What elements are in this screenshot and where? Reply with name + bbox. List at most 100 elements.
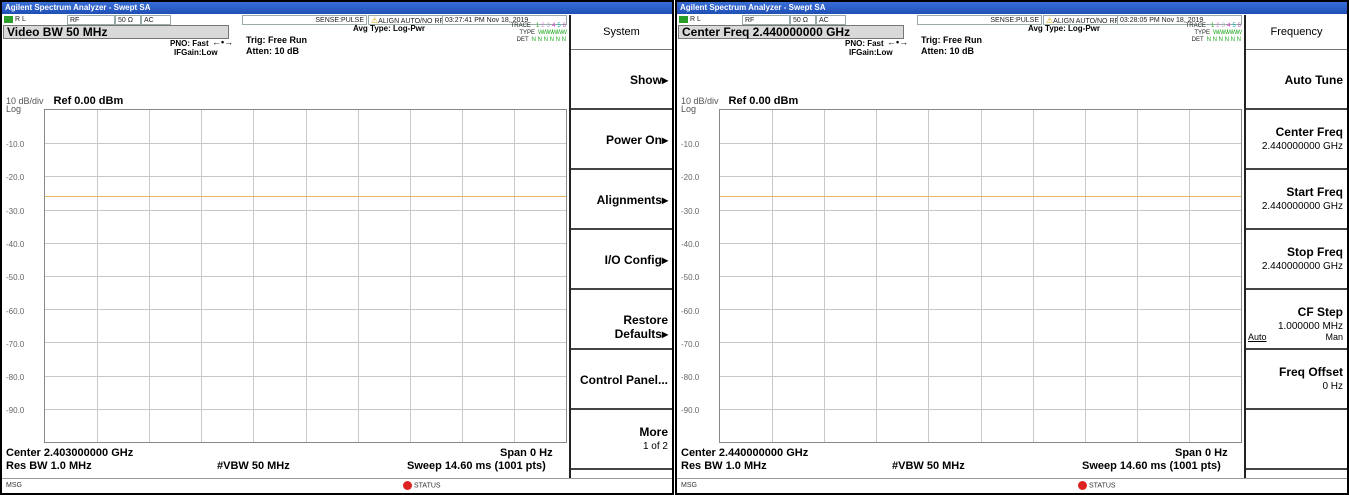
avg-type: Avg Type: Log-Pwr	[1028, 24, 1100, 33]
type-row: TYPE WWWWWW	[474, 30, 567, 37]
grid-hline	[45, 309, 566, 311]
sweep-time: Sweep 14.60 ms (1001 pts)	[407, 460, 546, 472]
softkey-auto-tune[interactable]: Auto Tune	[1246, 51, 1347, 110]
softkey-more[interactable]: More 1 of 2	[571, 411, 672, 470]
grid-hline	[45, 209, 566, 211]
trace-number: 3	[1221, 23, 1225, 29]
sense-indicator: SENSE:PULSE	[242, 15, 367, 25]
softkey-freq-offset[interactable]: Freq Offset 0 Hz	[1246, 351, 1347, 410]
softkey-cf-step[interactable]: CF Step 1.000000 MHz Auto Man	[1246, 291, 1347, 350]
grid-hline	[720, 242, 1241, 244]
auto-option[interactable]: Auto	[1248, 332, 1267, 342]
y-tick-label: -50.0	[6, 273, 25, 283]
softkey-center-freq[interactable]: Center Freq 2.440000000 GHz	[1246, 111, 1347, 170]
analyzer-window-left: Agilent Spectrum Analyzer - Swept SA R L R…	[0, 0, 674, 495]
grid-hline	[720, 276, 1241, 277]
y-tick-label: -30.0	[681, 206, 700, 216]
rf-indicator: RF	[67, 15, 115, 25]
trace-row: TRACE 1 2 3 4 5 6	[1149, 23, 1241, 30]
status-label: STATUS	[1089, 482, 1116, 490]
ref-level: Ref 0.00 dBm	[728, 95, 799, 107]
vbw-value: #VBW 50 MHz	[892, 460, 965, 472]
trace-grid	[719, 109, 1242, 443]
avg-type: Avg Type: Log-Pwr	[353, 24, 425, 33]
trig-setting: Trig: Free Run	[246, 35, 308, 45]
y-tick-label: -70.0	[681, 339, 700, 349]
sweep-time: Sweep 14.60 ms (1001 pts)	[1082, 460, 1221, 472]
softkey-menu: System Show▸ Power On▸ Alignments▸ I/O Confi…	[569, 15, 672, 478]
grid-hline	[720, 342, 1241, 344]
softkey-stop-freq[interactable]: Stop Freq 2.440000000 GHz	[1246, 231, 1347, 290]
softkey-start-freq[interactable]: Start Freq 2.440000000 GHz	[1246, 171, 1347, 230]
rl-label: R L	[690, 16, 701, 23]
y-tick-label: -80.0	[6, 373, 25, 383]
pno-setting: PNO: Fast	[845, 39, 884, 48]
message-bar: MSG STATUS	[677, 478, 1347, 493]
det-value: N N N N N N	[531, 37, 566, 43]
y-tick-label: -60.0	[6, 306, 25, 316]
softkey-alignments[interactable]: Alignments▸	[571, 171, 672, 230]
grid-hline	[720, 375, 1241, 377]
y-tick-label: -40.0	[681, 239, 700, 249]
trace-number: 6	[1237, 23, 1241, 29]
rf-indicator: RF	[742, 15, 790, 25]
auto-man-toggle[interactable]: Auto Man	[1246, 332, 1343, 342]
trig-setting: Trig: Free Run	[921, 35, 983, 45]
y-tick-label: -80.0	[681, 373, 700, 383]
trace-line	[720, 196, 1241, 198]
softkey-label: Control Panel...	[579, 373, 668, 387]
grid-hline	[45, 375, 566, 377]
atten-setting: Atten: 10 dB	[246, 46, 300, 56]
status-indicator[interactable]: STATUS	[1078, 481, 1116, 490]
softkey-value: 0 Hz	[1322, 381, 1343, 392]
softkey-i-o-config[interactable]: I/O Config▸	[571, 231, 672, 290]
rl-indicator: R L	[678, 15, 714, 25]
softkey-restore-defaults[interactable]: Restore Defaults▸	[571, 291, 672, 350]
ifgain-setting: IFGain:Low	[174, 48, 218, 57]
grid-hline	[45, 143, 566, 145]
grid-hline	[720, 408, 1241, 410]
ifgain-setting: IFGain:Low	[849, 48, 893, 57]
status-icon	[403, 481, 412, 490]
det-label: DET	[516, 37, 529, 43]
menu-title: Frequency	[1246, 15, 1347, 50]
softkey-power-on[interactable]: Power On▸	[571, 111, 672, 170]
active-function: Center Freq 2.440000000 GHz	[678, 25, 904, 39]
type-label: TYPE	[1194, 30, 1211, 36]
y-tick-label: -50.0	[681, 273, 700, 283]
softkey-show[interactable]: Show▸	[571, 51, 672, 110]
softkey-control-panel[interactable]: Control Panel...	[571, 351, 672, 410]
grid-hline	[45, 408, 566, 410]
det-value: N N N N N N	[1206, 37, 1241, 43]
trace-number: 1	[1210, 23, 1215, 29]
softkey-label: Auto Tune	[1284, 73, 1343, 87]
type-row: TYPE WWWWWW	[1149, 30, 1242, 37]
softkey-label: I/O Config▸	[604, 253, 668, 267]
rl-icon	[679, 16, 688, 23]
status-icon	[1078, 481, 1087, 490]
coupling-indicator: AC	[141, 15, 171, 25]
y-tick-label: -90.0	[6, 406, 25, 416]
softkey-blank[interactable]	[1246, 411, 1347, 470]
grid-hline	[720, 176, 1241, 178]
analyzer-window-right: Agilent Spectrum Analyzer - Swept SA R L R…	[675, 0, 1349, 495]
rl-label: R L	[15, 16, 26, 23]
softkey-label: Center Freq	[1275, 125, 1343, 139]
y-tick-label: -20.0	[681, 173, 700, 183]
trace-number: 4	[551, 23, 556, 29]
softkey-menu: Frequency Auto Tune Center Freq 2.440000000…	[1244, 15, 1347, 478]
scale-ref: 10 dB/div Ref 0.00 dBm	[681, 95, 798, 107]
y-tick-label: -30.0	[6, 206, 25, 216]
softkey-label: Stop Freq	[1287, 245, 1343, 259]
coupling-indicator: AC	[816, 15, 846, 25]
scale-ref: 10 dB/div Ref 0.00 dBm	[6, 95, 123, 107]
det-row: DET N N N N N N	[1149, 37, 1241, 44]
window-title: Agilent Spectrum Analyzer - Swept SA	[2, 2, 672, 14]
rl-indicator: R L	[3, 15, 39, 25]
y-tick-label: -20.0	[6, 173, 25, 183]
status-indicator[interactable]: STATUS	[403, 481, 441, 490]
man-option[interactable]: Man	[1325, 332, 1343, 342]
center-freq: Center 2.440000000 GHz	[681, 447, 809, 459]
trace-row: TRACE 1 2 3 4 5 6	[474, 23, 566, 30]
pno-arrow: ←•→	[212, 37, 234, 47]
